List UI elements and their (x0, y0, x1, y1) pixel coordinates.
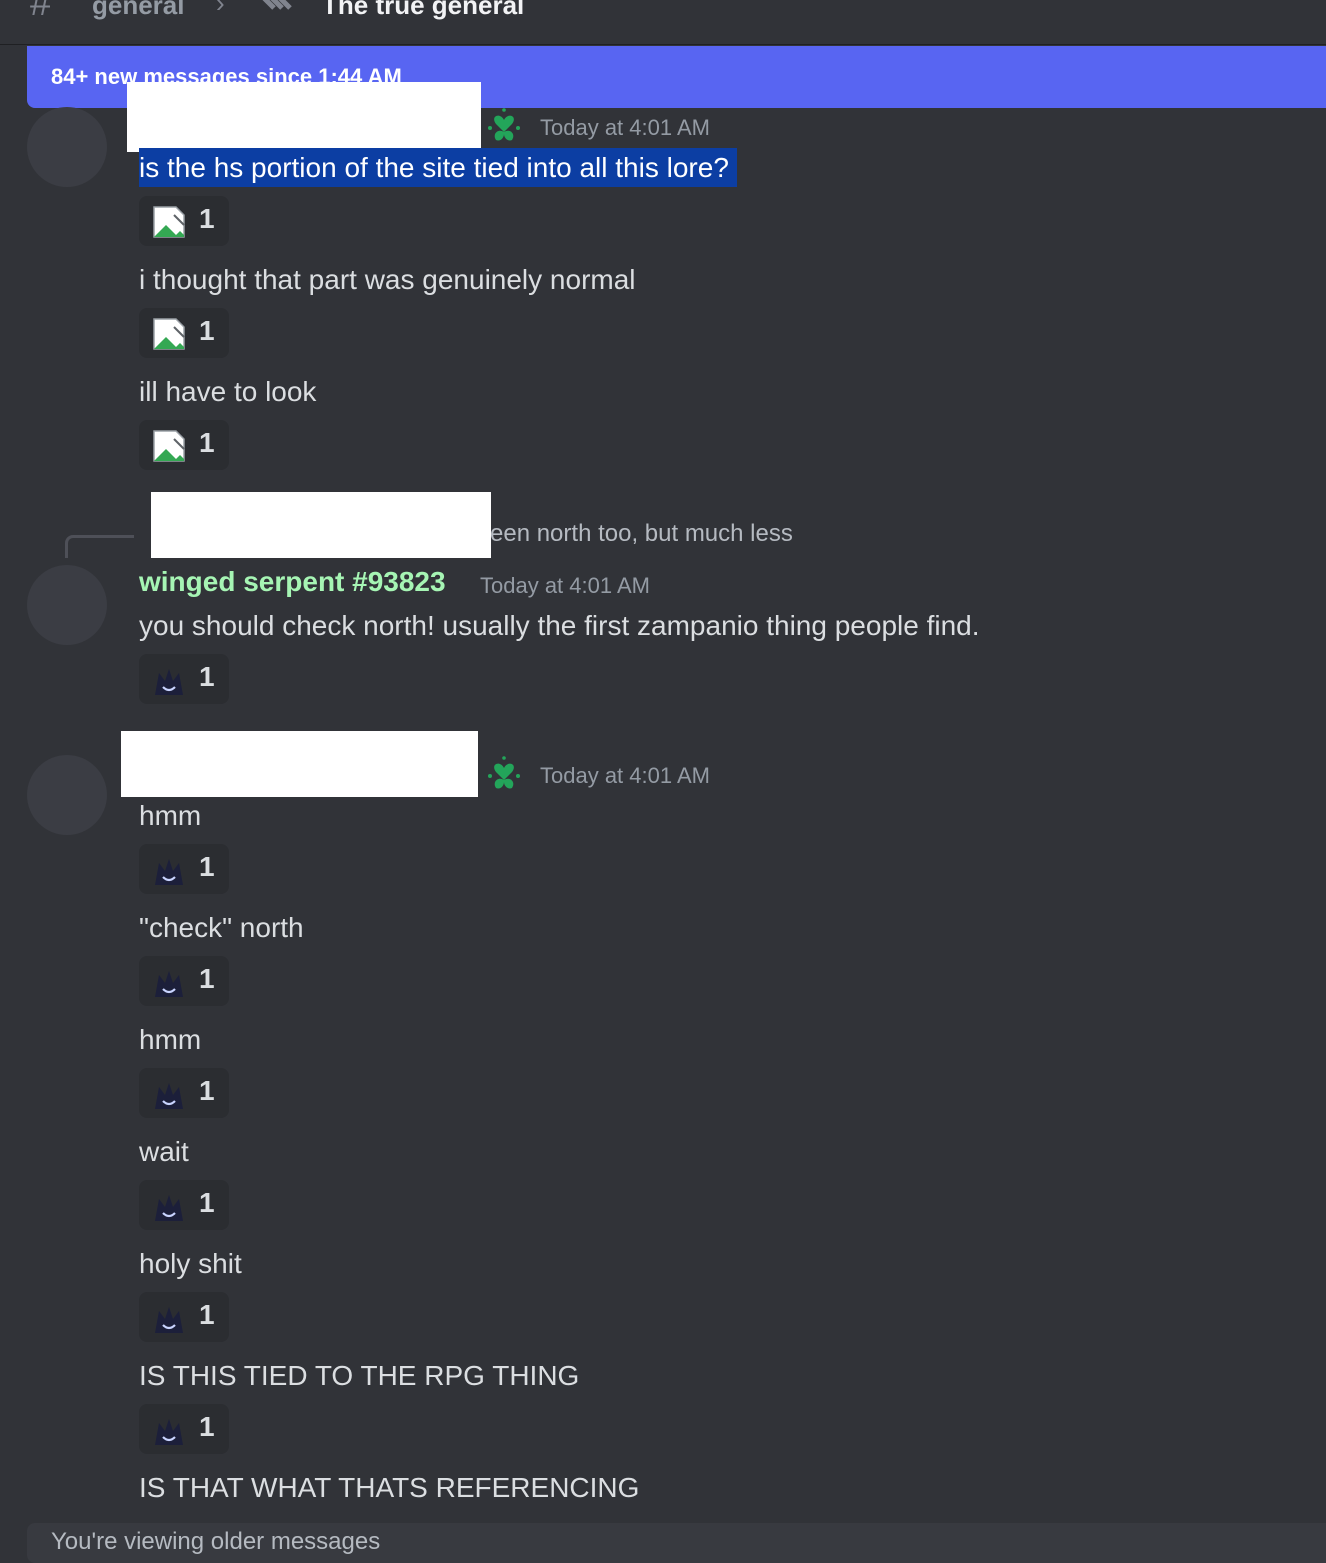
redacted-username (127, 82, 481, 152)
message-timestamp[interactable]: Today at 4:01 AM (540, 763, 710, 789)
message-timestamp[interactable]: Today at 4:01 AM (540, 115, 710, 141)
reply-preview[interactable]: een north too, but much less (490, 520, 793, 548)
hooded-figure-icon (155, 971, 183, 997)
message-timestamp[interactable]: Today at 4:01 AM (480, 573, 650, 599)
thread-name[interactable]: The true general (322, 0, 524, 21)
redacted-username (121, 731, 478, 797)
channel-header: # general › The true general (0, 0, 1326, 45)
message-text[interactable]: you should check north! usually the firs… (139, 610, 980, 642)
reaction-count: 1 (199, 851, 215, 882)
broken-image-icon (153, 206, 185, 238)
hooded-figure-icon (155, 669, 183, 695)
reaction-pill[interactable]: 1 (139, 1292, 229, 1342)
message-text[interactable]: holy shit (139, 1248, 242, 1280)
reaction-count: 1 (199, 1299, 215, 1330)
message-text[interactable]: ill have to look (139, 376, 316, 408)
reaction-count: 1 (199, 1187, 215, 1218)
clover-badge-icon (488, 756, 520, 789)
reaction-pill[interactable]: 1 (139, 956, 229, 1006)
reaction-pill[interactable]: 1 (139, 1180, 229, 1230)
hooded-figure-icon (155, 1307, 183, 1333)
reaction-count: 1 (199, 315, 215, 346)
older-messages-bar[interactable]: You're viewing older messages (27, 1523, 1326, 1563)
message-text[interactable]: hmm (139, 1024, 201, 1056)
broken-image-icon (153, 318, 185, 350)
avatar[interactable] (27, 565, 107, 645)
reaction-pill[interactable]: 1 (139, 844, 229, 894)
redacted-reply-author (151, 492, 491, 558)
message-text[interactable]: IS THAT WHAT THATS REFERENCING (139, 1472, 639, 1504)
thread-icon (262, 0, 292, 10)
reaction-count: 1 (199, 661, 215, 692)
message-text[interactable]: i thought that part was genuinely normal (139, 264, 636, 296)
message-text[interactable]: "check" north (139, 912, 304, 944)
reaction-count: 1 (199, 963, 215, 994)
reaction-pill[interactable]: 1 (139, 1404, 229, 1454)
reaction-count: 1 (199, 427, 215, 458)
reaction-count: 1 (199, 1075, 215, 1106)
message-text[interactable]: IS THIS TIED TO THE RPG THING (139, 1360, 579, 1392)
hooded-figure-icon (155, 1419, 183, 1445)
hooded-figure-icon (155, 1195, 183, 1221)
avatar[interactable] (27, 107, 107, 187)
message-text[interactable]: wait (139, 1136, 189, 1168)
reaction-count: 1 (199, 203, 215, 234)
hooded-figure-icon (155, 1083, 183, 1109)
reaction-pill[interactable]: 1 (139, 420, 229, 470)
clover-badge-icon (488, 108, 520, 141)
reaction-pill[interactable]: 1 (139, 654, 229, 704)
broken-image-icon (153, 430, 185, 462)
message-text[interactable]: hmm (139, 800, 201, 832)
username[interactable]: winged serpent #93823 (139, 566, 446, 598)
reaction-pill[interactable]: 1 (139, 196, 229, 246)
message-text[interactable]: is the hs portion of the site tied into … (139, 148, 737, 187)
chevron-right-icon: › (216, 0, 225, 18)
channel-hash-icon: # (30, 0, 52, 24)
avatar[interactable] (27, 755, 107, 835)
reply-spine (65, 535, 134, 558)
reaction-pill[interactable]: 1 (139, 1068, 229, 1118)
channel-name[interactable]: general (92, 0, 185, 21)
reaction-count: 1 (199, 1411, 215, 1442)
reaction-pill[interactable]: 1 (139, 308, 229, 358)
older-messages-text: You're viewing older messages (51, 1528, 381, 1555)
selected-text: is the hs portion of the site tied into … (139, 148, 737, 187)
hooded-figure-icon (155, 859, 183, 885)
